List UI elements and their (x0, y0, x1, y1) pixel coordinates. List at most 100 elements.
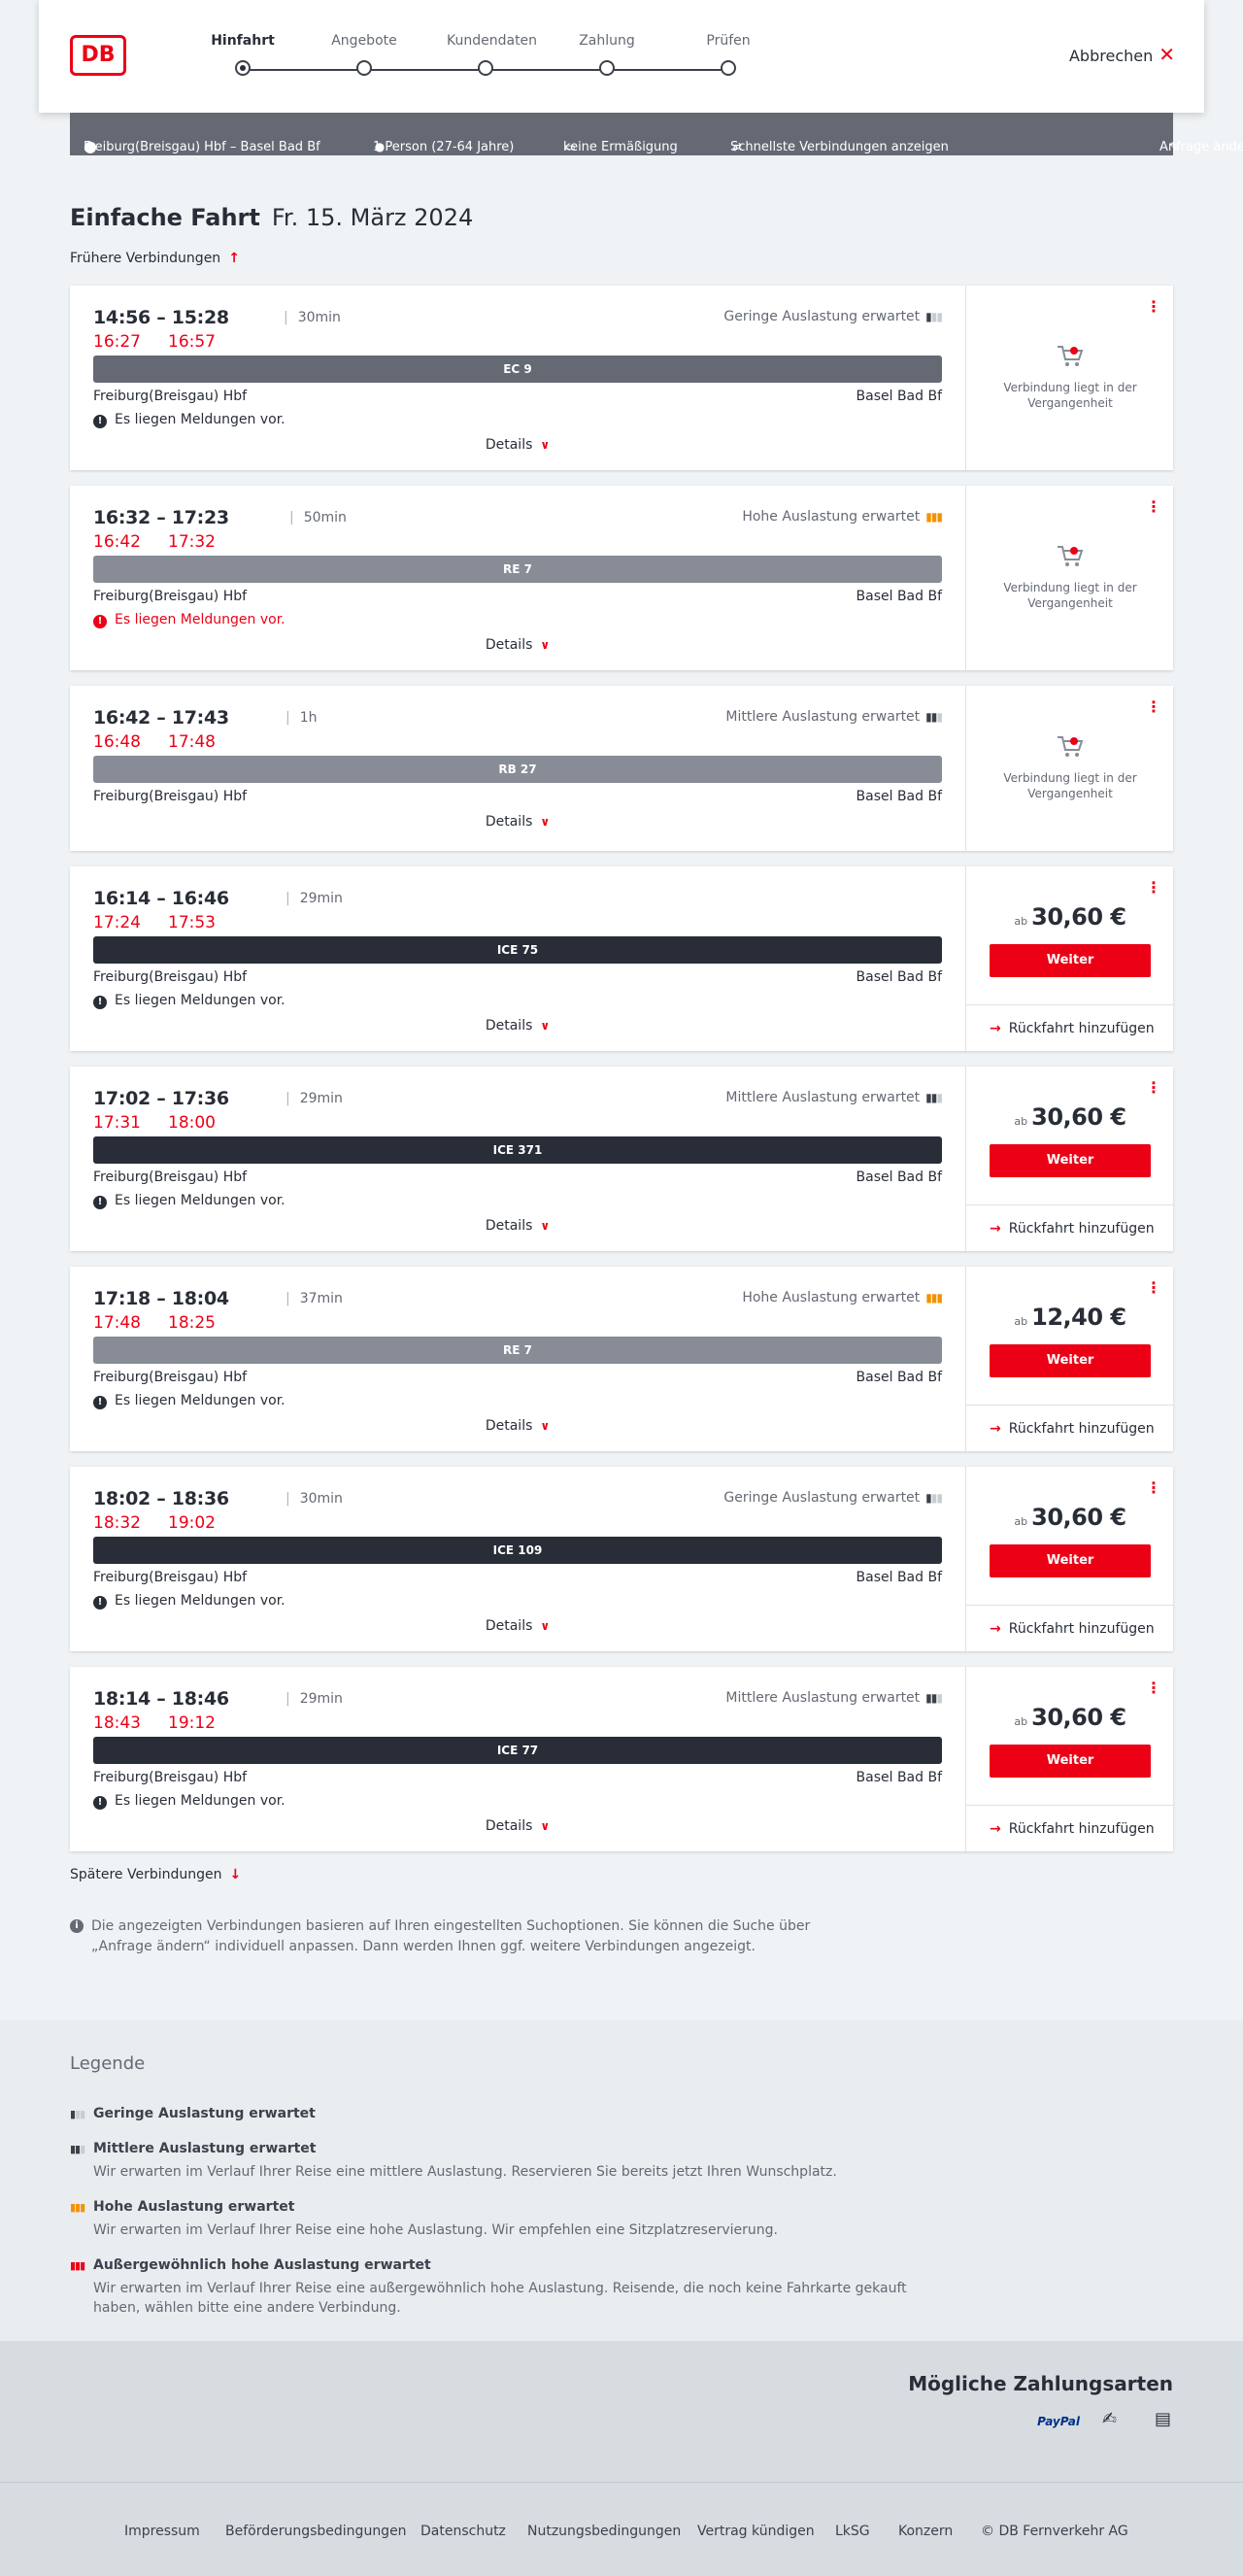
step-zahlung[interactable]: Zahlung (568, 33, 646, 76)
occupancy-icon: ▮▮▮ (925, 710, 943, 724)
train-bar: RB 27 (93, 756, 942, 783)
footer-link-impressum[interactable]: Impressum (124, 2524, 200, 2539)
arrow-right-icon: → (990, 1021, 1001, 1036)
add-return-trip-button[interactable]: → Rückfahrt hinzufügen (966, 1204, 1174, 1251)
notice: ! Es liegen Meldungen vor. (93, 1793, 286, 1810)
connection-card[interactable]: 16:14 – 16:46 29min 17:24 17:53 ICE 75 Freibu… (70, 866, 1174, 1051)
connection-info: 17:18 – 18:04 37min 17:48 18:25 Hohe Auslast… (70, 1267, 965, 1451)
continue-button[interactable]: Weiter (990, 944, 1151, 977)
later-connections-link[interactable]: Spätere Verbindungen ↓ (70, 1867, 241, 1882)
legend-label: Außergewöhnlich hohe Auslastung erwartet (93, 2257, 431, 2273)
continue-button[interactable]: Weiter (990, 1144, 1151, 1177)
add-return-trip-button[interactable]: → Rückfahrt hinzufügen (966, 1405, 1174, 1451)
occupancy-text: Hohe Auslastung erwartet (742, 1290, 921, 1305)
offer-panel: ⋮ ab 30,60 € Weiter → Rückfahrt hinzufügen (965, 866, 1174, 1051)
footer-link-vertrag-kuendigen[interactable]: Vertrag kündigen (697, 2524, 815, 2539)
more-options-icon[interactable]: ⋮ (1146, 497, 1161, 516)
legend-section: Legende ▮▮▮ Geringe Auslastung erwartet ▮… (0, 2020, 1243, 2341)
footer-link-datenschutz[interactable]: Datenschutz (420, 2524, 506, 2539)
connection-card[interactable]: 18:14 – 18:46 29min 18:43 19:12 Mittlere Aus… (70, 1667, 1174, 1851)
details-toggle[interactable]: Details ∨ (70, 1018, 965, 1034)
step-dot (721, 60, 736, 76)
trip-date: Fr. 15. März 2024 (271, 204, 474, 231)
step-label: Prüfen (706, 33, 751, 49)
details-toggle[interactable]: Details ∨ (70, 1618, 965, 1634)
details-toggle[interactable]: Details ∨ (70, 437, 965, 453)
realtime-times: 18:32 19:02 (93, 1513, 243, 1533)
earlier-connections-link[interactable]: Frühere Verbindungen ↑ (70, 251, 240, 266)
price-display: ab 30,60 € (966, 903, 1174, 931)
add-return-trip-button[interactable]: → Rückfahrt hinzufügen (966, 1805, 1174, 1851)
connection-card[interactable]: 17:02 – 17:36 29min 17:31 18:00 Mittlere Aus… (70, 1067, 1174, 1251)
search-summary-bar: ⬤ Freiburg(Breisgau) Hbf – Basel Bad Bf ●… (70, 113, 1243, 155)
db-logo[interactable]: DB (70, 35, 126, 76)
footer-link-nutzungsbedingungen[interactable]: Nutzungsbedingungen (527, 2524, 681, 2539)
step-label: Kundendaten (447, 33, 538, 49)
duration: 37min (286, 1291, 343, 1306)
step-pruefen[interactable]: Prüfen (689, 33, 767, 76)
duration: 50min (289, 510, 347, 525)
past-connection-text: Verbindung liegt in der Vergangenheit (1003, 771, 1137, 800)
add-return-trip-button[interactable]: → Rückfahrt hinzufügen (966, 1004, 1174, 1051)
more-options-icon[interactable]: ⋮ (1146, 297, 1161, 316)
duration: 29min (286, 891, 343, 906)
past-connection-info: Verbindung liegt in der Vergangenheit (966, 343, 1174, 411)
connection-card[interactable]: 18:02 – 18:36 30min 18:32 19:02 Geringe Ausl… (70, 1467, 1174, 1651)
legend-item-high: ▮▮▮ Hohe Auslastung erwartet Wir erwarten … (70, 2199, 944, 2240)
footer-link-lksg[interactable]: LkSG (835, 2524, 870, 2539)
details-toggle[interactable]: Details ∨ (70, 1818, 965, 1834)
notice: ! Es liegen Meldungen vor. (93, 993, 286, 1009)
connection-card[interactable]: 16:32 – 17:23 50min 16:42 17:32 Hohe Auslast… (70, 486, 1173, 670)
continue-button[interactable]: Weiter (990, 1745, 1151, 1778)
details-label: Details (485, 637, 533, 653)
realtime-departure: 16:48 (93, 732, 141, 752)
occupancy-icon: ▮▮▮ (925, 510, 943, 524)
more-options-icon[interactable]: ⋮ (1146, 878, 1161, 897)
more-options-icon[interactable]: ⋮ (1146, 1678, 1161, 1697)
scheduled-times: 16:42 – 17:43 (93, 707, 229, 729)
realtime-departure: 17:24 (93, 913, 141, 932)
legend-text: Wir erwarten im Verlauf Ihrer Reise eine… (93, 2222, 778, 2238)
credit-card-icon: ✍ (1101, 2409, 1117, 2429)
add-return-trip-button[interactable]: → Rückfahrt hinzufügen (966, 1605, 1174, 1651)
details-toggle[interactable]: Details ∨ (70, 637, 965, 653)
footer-link-konzern[interactable]: Konzern (898, 2524, 953, 2539)
realtime-departure: 17:31 (93, 1113, 141, 1133)
connection-card[interactable]: 17:18 – 18:04 37min 17:48 18:25 Hohe Auslast… (70, 1267, 1174, 1451)
step-angebote[interactable]: Angebote (325, 33, 403, 76)
price-value: 12,40 € (1031, 1304, 1126, 1331)
footer-link-befoerderungsbedingungen[interactable]: Beförderungsbedingungen (225, 2524, 407, 2539)
discount-text: keine Ermäßigung (563, 140, 678, 154)
persons-text: 1 Person (27-64 Jahre) (373, 140, 515, 154)
more-options-icon[interactable]: ⋮ (1146, 1078, 1161, 1097)
scheduled-times: 14:56 – 15:28 (93, 307, 229, 328)
realtime-arrival: 19:02 (168, 1513, 216, 1533)
details-label: Details (485, 814, 533, 830)
scheduled-times: 17:02 – 17:36 (93, 1088, 229, 1109)
more-options-icon[interactable]: ⋮ (1146, 1478, 1161, 1497)
more-options-icon[interactable]: ⋮ (1146, 1278, 1161, 1297)
arrival-station: Basel Bad Bf (856, 1770, 942, 1785)
notice-text: Es liegen Meldungen vor. (115, 993, 286, 1008)
details-label: Details (485, 437, 533, 453)
step-kundendaten[interactable]: Kundendaten (447, 33, 537, 76)
arrival-station: Basel Bad Bf (856, 1169, 942, 1185)
occupancy-icon: ▮▮▮ (925, 1691, 943, 1705)
price-value: 30,60 € (1031, 1504, 1126, 1531)
notice: ! Es liegen Meldungen vor. (93, 1393, 286, 1409)
continue-button[interactable]: Weiter (990, 1344, 1151, 1377)
connection-card[interactable]: 14:56 – 15:28 30min 16:27 16:57 Geringe Ausl… (70, 286, 1173, 470)
booking-header: DB Hinfahrt Angebote Kundendaten Zahlung… (39, 0, 1204, 113)
details-toggle[interactable]: Details ∨ (70, 814, 965, 830)
notice-text: Es liegen Meldungen vor. (115, 612, 286, 627)
cancel-button[interactable]: Abbrechen ✕ (1069, 43, 1175, 66)
details-toggle[interactable]: Details ∨ (70, 1218, 965, 1234)
details-toggle[interactable]: Details ∨ (70, 1418, 965, 1434)
step-hinfahrt[interactable]: Hinfahrt (204, 33, 282, 76)
continue-button[interactable]: Weiter (990, 1544, 1151, 1577)
departure-station: Freiburg(Breisgau) Hbf (93, 789, 248, 804)
step-dot (478, 60, 493, 76)
more-options-icon[interactable]: ⋮ (1146, 697, 1161, 716)
occupancy-text: Mittlere Auslastung erwartet (725, 1690, 921, 1706)
connection-card[interactable]: 16:42 – 17:43 1h 16:48 17:48 Mittlere Auslas… (70, 686, 1173, 851)
